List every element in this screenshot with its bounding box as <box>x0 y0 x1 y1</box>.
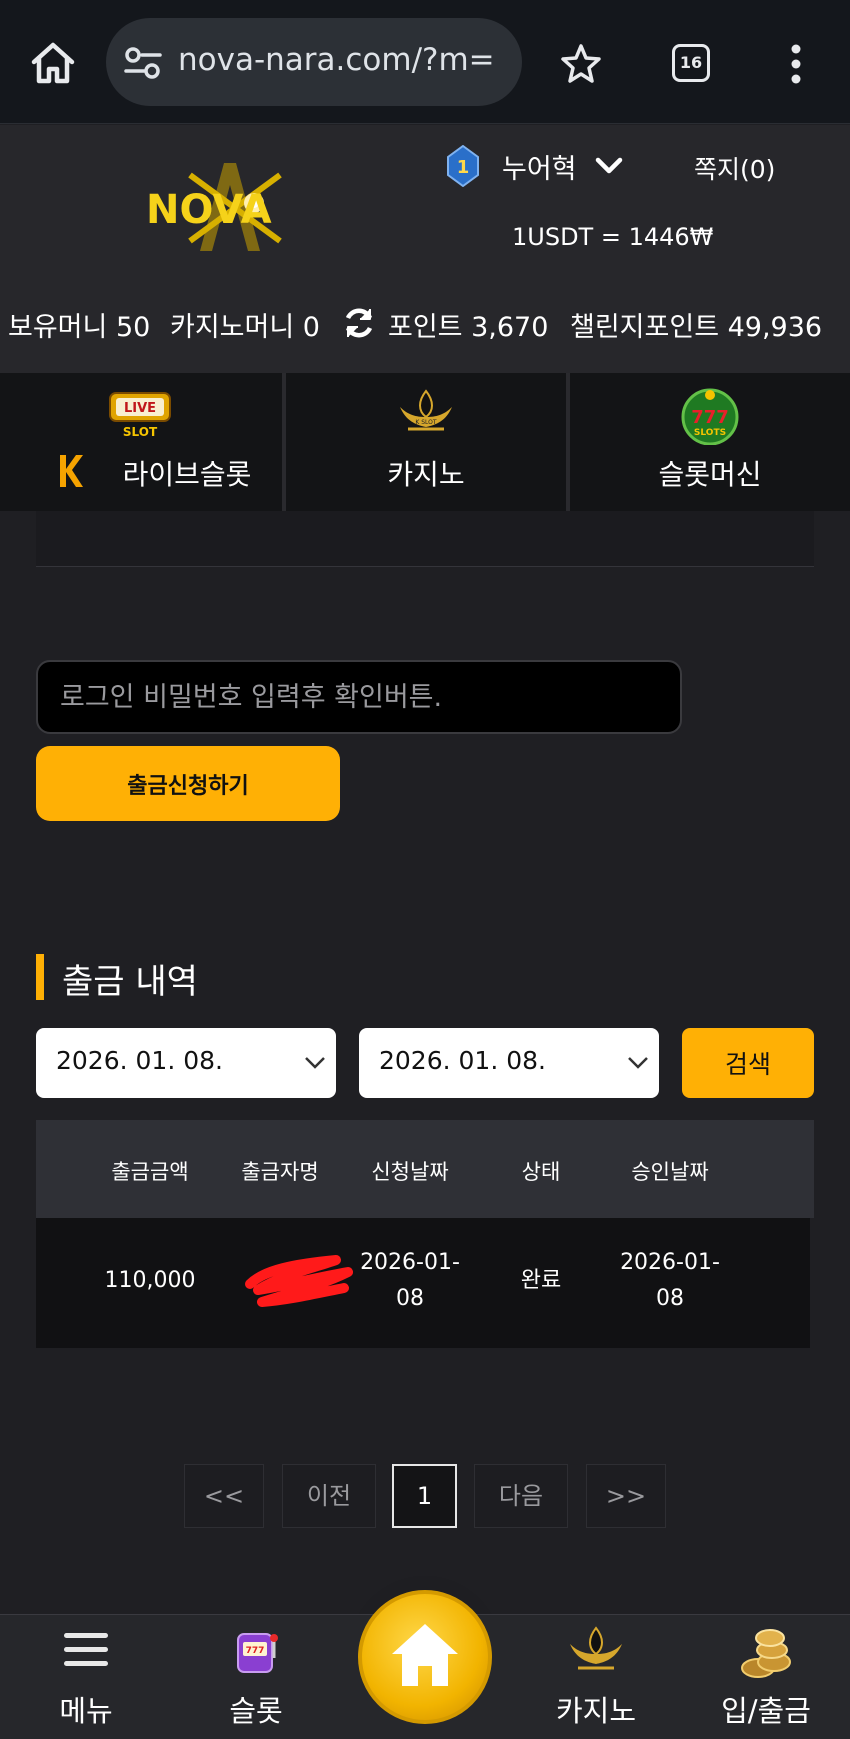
date-from-select[interactable]: 2026. 01. 08. <box>36 1028 336 1098</box>
category-casino[interactable]: K SLOT 카지노 <box>286 373 566 511</box>
svg-text:LIVE: LIVE <box>124 401 156 416</box>
money-balance: 보유머니 50 <box>8 312 151 343</box>
browser-toolbar: nova-nara.com/?m= 16 <box>0 0 850 124</box>
home-icon[interactable] <box>28 38 78 88</box>
category-live-slot[interactable]: LIVE SLOT 라이브슬롯 <box>0 373 282 511</box>
approve-date-cell: 2026-01- <box>620 1250 720 1275</box>
k-slot-icon <box>570 1626 622 1670</box>
nav-label: 카지노 <box>555 1694 637 1728</box>
logo-text: NOVA <box>146 187 272 233</box>
section-title: 출금 내역 <box>62 962 198 1002</box>
coins-icon <box>741 1629 791 1678</box>
status-cell: 완료 <box>520 1268 562 1293</box>
category-nav: LIVE SLOT 라이브슬롯 K SLOT 카지노 777 SLOTS 슬롯머… <box>0 373 850 511</box>
table-header: 출금금액 출금자명 신청날짜 상태 승인날짜 <box>36 1120 814 1218</box>
nova-logo[interactable]: NOVA <box>140 155 320 255</box>
memo-link[interactable]: 쪽지(0) <box>694 150 775 186</box>
more-menu-icon[interactable] <box>790 44 802 84</box>
withdraw-request-button[interactable]: 출금신청하기 <box>36 746 340 821</box>
section-accent-bar <box>36 954 44 1000</box>
search-button[interactable]: 검색 <box>682 1028 814 1098</box>
exchange-rate: 1USDT = 1446₩ <box>512 223 714 251</box>
next-page-button[interactable]: 다음 <box>474 1464 568 1528</box>
password-input[interactable] <box>36 660 682 734</box>
username[interactable]: 누어혁 <box>502 147 577 186</box>
chevron-down-icon[interactable] <box>594 155 624 177</box>
balance-row: 보유머니 50 카지노머니 0 포인트 3,670 챌린지포인트 49,936 <box>0 305 850 345</box>
home-icon <box>392 1624 458 1686</box>
casino-money-balance: 카지노머니 0 <box>170 312 320 343</box>
column-header: 승인날짜 <box>631 1160 709 1184</box>
svg-text:777: 777 <box>246 1646 265 1656</box>
nav-deposit-withdraw[interactable]: 입/출금 <box>704 1614 828 1739</box>
home-button[interactable] <box>358 1590 492 1724</box>
nav-casino[interactable]: 카지노 <box>534 1614 658 1739</box>
svg-text:1: 1 <box>457 157 470 178</box>
url-text: nova-nara.com/?m= <box>178 42 495 78</box>
slot-machine-icon: 777 <box>237 1633 278 1673</box>
chevron-down-icon <box>305 1057 325 1069</box>
first-page-button[interactable]: << <box>184 1464 264 1528</box>
site-header: NOVA 1 누어혁 쪽지(0) 1USDT = 1446₩ 보유머니 50 카… <box>0 125 850 373</box>
column-header: 출금금액 <box>111 1160 189 1184</box>
hamburger-menu-icon <box>64 1633 108 1666</box>
column-header: 신청날짜 <box>371 1160 449 1184</box>
date-from-value: 2026. 01. 08. <box>56 1046 223 1075</box>
request-date-cell-line2: 08 <box>396 1286 424 1311</box>
column-header: 출금자명 <box>241 1160 319 1184</box>
level-badge-icon: 1 <box>447 145 479 187</box>
refresh-icon[interactable] <box>342 306 376 340</box>
svg-text:777: 777 <box>691 407 729 428</box>
nav-menu[interactable]: 메뉴 <box>24 1614 148 1739</box>
panel-edge <box>36 511 814 567</box>
nav-label: 메뉴 <box>59 1694 113 1728</box>
nav-slot[interactable]: 777 슬롯 <box>194 1614 318 1739</box>
777-slots-icon: 777 SLOTS <box>681 388 739 445</box>
nav-label: 입/출금 <box>721 1694 811 1728</box>
svg-text:SLOT: SLOT <box>123 425 158 439</box>
chevron-down-icon <box>628 1057 648 1069</box>
approve-date-cell-line2: 08 <box>656 1286 684 1311</box>
date-to-select[interactable]: 2026. 01. 08. <box>359 1028 659 1098</box>
column-header: 상태 <box>521 1160 561 1184</box>
site-settings-icon[interactable] <box>124 46 162 80</box>
page-number-current[interactable]: 1 <box>392 1464 457 1528</box>
category-label: 슬롯머신 <box>658 458 762 491</box>
prev-page-button[interactable]: 이전 <box>282 1464 376 1528</box>
tab-count-button[interactable]: 16 <box>672 44 710 82</box>
table-row: 110,000 2026-01- 08 완료 2026-01- 08 <box>36 1218 810 1348</box>
category-label: 카지노 <box>387 458 465 491</box>
redacted-name-scribble <box>245 1255 353 1307</box>
challenge-point-balance: 챌린지포인트 49,936 <box>570 312 823 343</box>
last-page-button[interactable]: >> <box>586 1464 666 1528</box>
svg-text:K SLOT: K SLOT <box>415 419 437 426</box>
point-balance: 포인트 3,670 <box>388 312 549 343</box>
svg-text:SLOTS: SLOTS <box>694 428 726 438</box>
live-slot-icon: LIVE SLOT <box>109 392 171 439</box>
category-slot-machine[interactable]: 777 SLOTS 슬롯머신 <box>570 373 850 511</box>
amount-cell: 110,000 <box>104 1268 196 1293</box>
address-bar[interactable]: nova-nara.com/?m= <box>106 18 522 106</box>
request-date-cell: 2026-01- <box>360 1250 460 1275</box>
date-to-value: 2026. 01. 08. <box>379 1046 546 1075</box>
k-slot-icon: K SLOT <box>400 389 452 431</box>
bookmark-star-icon[interactable] <box>560 42 602 84</box>
nav-label: 슬롯 <box>229 1694 283 1728</box>
